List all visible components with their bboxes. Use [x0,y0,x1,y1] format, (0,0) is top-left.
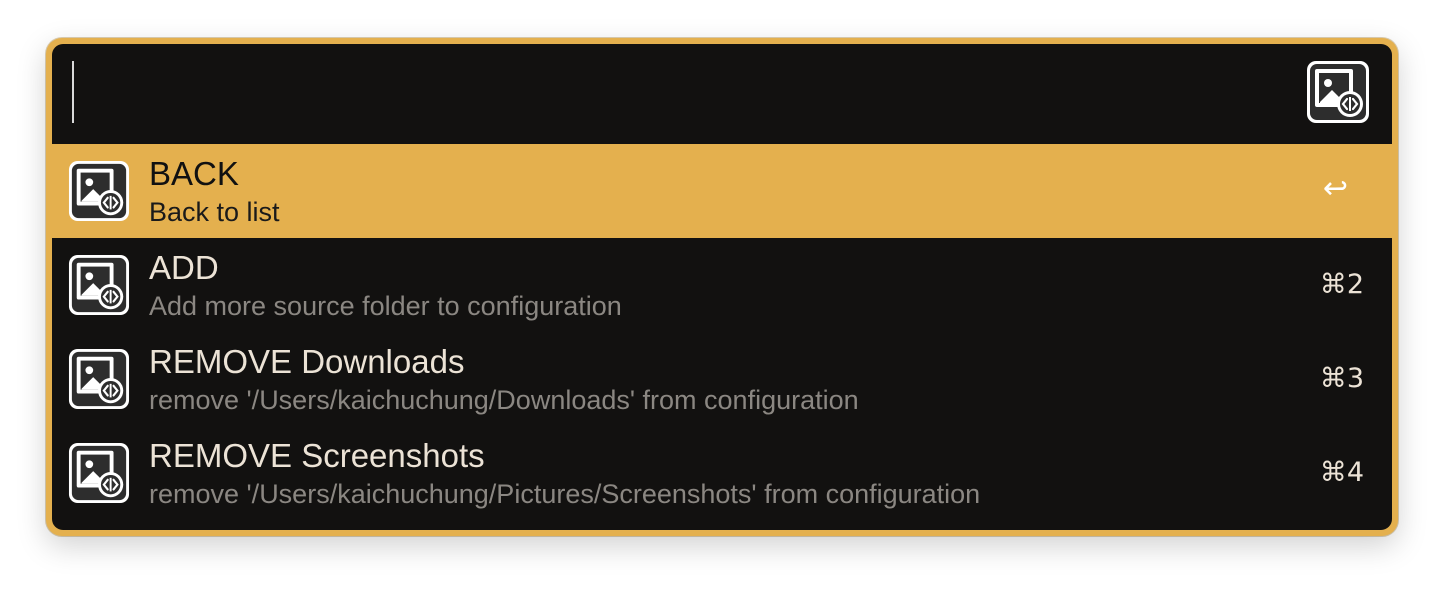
result-row-remove-screenshots[interactable]: REMOVE Screenshots remove '/Users/kaichu… [52,426,1392,520]
image-compare-icon [1307,61,1369,123]
return-key-icon: ↩ [1322,171,1348,206]
result-title: REMOVE Downloads [149,343,465,380]
image-compare-icon [68,254,130,316]
search-bar [52,44,1392,144]
result-subtitle: Add more source folder to configuration [149,291,622,321]
launcher-panel: BACK Back to list ↩ ADD Add more source … [52,44,1392,530]
result-row-remove-downloads[interactable]: REMOVE Downloads remove '/Users/kaichuch… [52,332,1392,426]
result-title: BACK [149,155,239,192]
search-input[interactable] [76,58,1280,128]
result-title: ADD [149,249,219,286]
result-title: REMOVE Screenshots [149,437,485,474]
launcher-window: BACK Back to list ↩ ADD Add more source … [46,38,1398,536]
text-caret [72,61,74,123]
shortcut-label: ⌘2 [1319,269,1364,300]
result-subtitle: Back to list [149,197,280,227]
results-list: BACK Back to list ↩ ADD Add more source … [52,144,1392,520]
image-compare-icon [68,442,130,504]
result-subtitle: remove '/Users/kaichuchung/Pictures/Scre… [149,479,981,509]
shortcut-label: ⌘3 [1319,363,1364,394]
image-compare-icon [68,160,130,222]
result-row-add[interactable]: ADD Add more source folder to configurat… [52,238,1392,332]
image-compare-icon [68,348,130,410]
result-subtitle: remove '/Users/kaichuchung/Downloads' fr… [149,385,859,415]
shortcut-label: ⌘4 [1319,457,1364,488]
result-row-back[interactable]: BACK Back to list ↩ [52,144,1392,238]
